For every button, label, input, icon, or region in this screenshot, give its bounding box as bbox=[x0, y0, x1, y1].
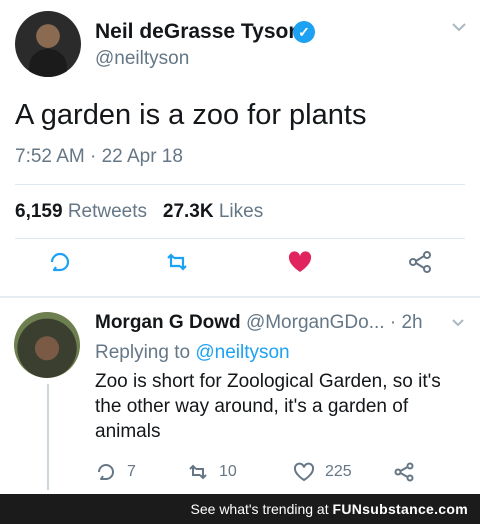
reply-author-name[interactable]: Morgan G Dowd bbox=[95, 312, 241, 333]
avatar[interactable] bbox=[15, 11, 81, 77]
like-count: 225 bbox=[325, 463, 352, 480]
share-icon[interactable] bbox=[406, 248, 434, 276]
reply-tweet[interactable]: Morgan G Dowd @MorganGDo... · 2h Replyin… bbox=[0, 298, 480, 494]
reply-icon[interactable] bbox=[95, 461, 117, 483]
reply-action-reply[interactable]: 7 bbox=[95, 460, 136, 484]
reply-time[interactable]: · 2h bbox=[390, 312, 423, 333]
footer-text: See what's trending at FUNsubstance.com bbox=[191, 501, 468, 517]
like-icon[interactable] bbox=[286, 248, 314, 276]
retweet-count: 10 bbox=[219, 463, 237, 480]
reply-text: Zoo is short for Zoological Garden, so i… bbox=[95, 371, 441, 442]
tweet-timestamp[interactable]: 7:52 AM · 22 Apr 18 bbox=[15, 146, 183, 168]
reply-action-retweet[interactable]: 10 bbox=[187, 460, 237, 484]
footer-banner: See what's trending at FUNsubstance.com bbox=[0, 494, 480, 524]
chevron-down-icon[interactable] bbox=[450, 315, 466, 331]
retweets-count[interactable]: 6,159 bbox=[15, 201, 63, 222]
replying-prefix: Replying to bbox=[95, 342, 191, 363]
reply-actions: 7 10 225 bbox=[95, 460, 455, 484]
retweets-label[interactable]: Retweets bbox=[68, 201, 147, 222]
divider bbox=[15, 238, 465, 239]
reply-icon[interactable] bbox=[46, 248, 74, 276]
tweet-actions bbox=[0, 248, 480, 288]
replying-handle-link[interactable]: @neiltyson bbox=[195, 342, 289, 363]
footer-brand: FUNsubstance.com bbox=[332, 501, 468, 517]
share-icon[interactable] bbox=[393, 461, 415, 483]
verified-badge-icon: ✓ bbox=[293, 21, 315, 43]
reply-action-like[interactable]: 225 bbox=[293, 460, 352, 484]
replying-to: Replying to @neiltyson bbox=[95, 342, 290, 364]
reply-action-share[interactable] bbox=[393, 460, 415, 484]
author-handle[interactable]: @neiltyson bbox=[95, 48, 189, 70]
divider bbox=[15, 184, 465, 185]
chevron-down-icon[interactable] bbox=[450, 18, 468, 36]
retweet-icon[interactable] bbox=[187, 461, 209, 483]
reply-author-handle[interactable]: @MorganGDo... bbox=[246, 312, 385, 333]
reply-header: Morgan G Dowd @MorganGDo... · 2h bbox=[95, 312, 423, 334]
likes-count[interactable]: 27.3K bbox=[163, 201, 214, 222]
author-name[interactable]: Neil deGrasse Tyson bbox=[95, 20, 301, 44]
avatar[interactable] bbox=[14, 312, 80, 378]
reply-count: 7 bbox=[127, 463, 136, 480]
likes-label[interactable]: Likes bbox=[219, 201, 263, 222]
main-tweet: Neil deGrasse Tyson ✓ @neiltyson A garde… bbox=[0, 0, 480, 296]
tweet-text: A garden is a zoo for plants bbox=[15, 99, 367, 131]
thread-line bbox=[47, 384, 49, 490]
footer-prefix: See what's trending at bbox=[190, 501, 329, 517]
tweet-stats: 6,159 Retweets 27.3K Likes bbox=[15, 201, 263, 223]
retweet-icon[interactable] bbox=[163, 248, 191, 276]
like-icon[interactable] bbox=[293, 461, 315, 483]
